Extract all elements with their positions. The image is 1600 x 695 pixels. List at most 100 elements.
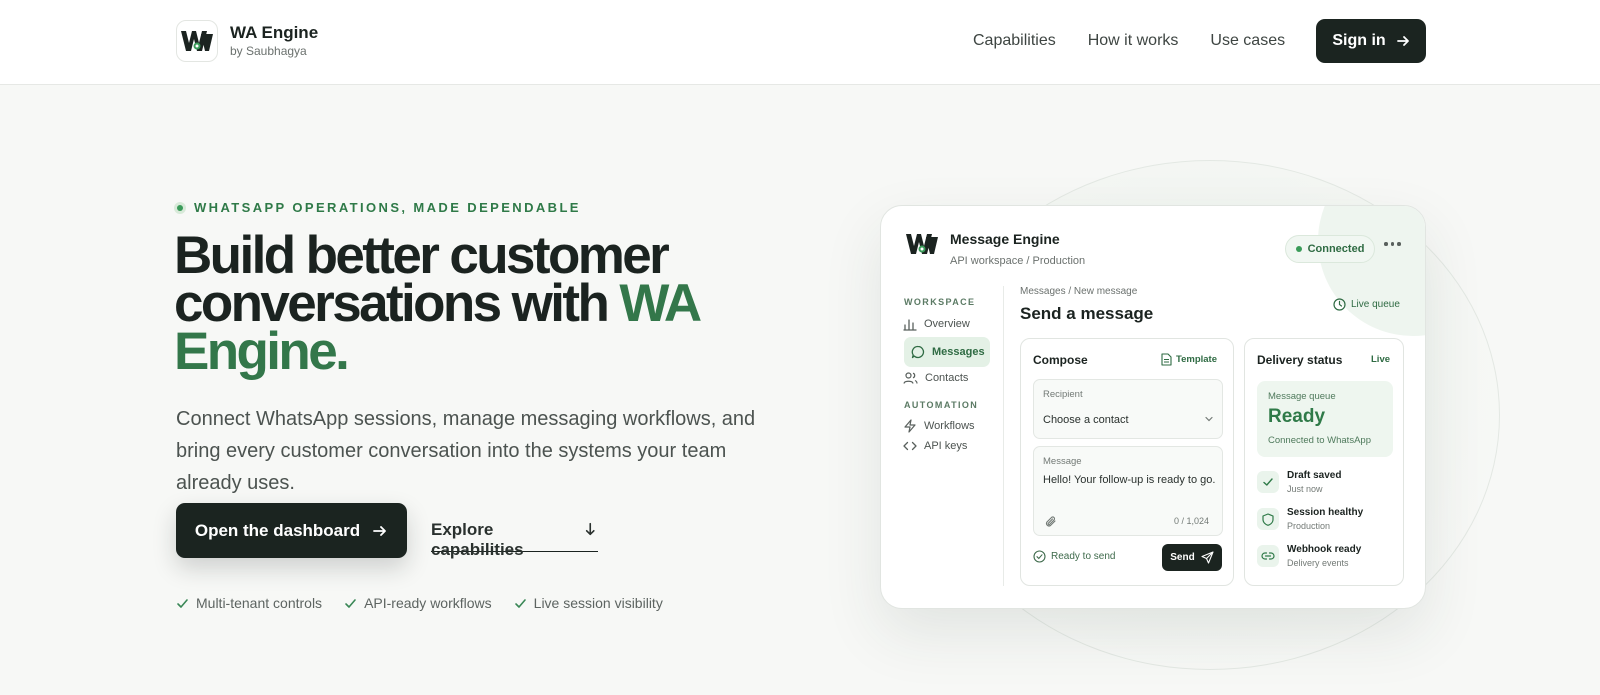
shield-icon xyxy=(1257,508,1279,530)
event-title: Session healthy xyxy=(1287,507,1364,518)
sign-in-button[interactable]: Sign in xyxy=(1316,19,1426,63)
sidebar-item-label: Messages xyxy=(932,346,985,358)
status-dot-icon xyxy=(1295,246,1302,252)
chat-bubble-icon xyxy=(911,345,925,359)
lightning-icon xyxy=(904,419,916,433)
nav-use-cases[interactable]: Use cases xyxy=(1210,32,1285,50)
arrow-right-icon xyxy=(373,525,387,536)
explore-label: Explore capabilities xyxy=(431,520,524,559)
event-item: Session healthy Production xyxy=(1257,506,1363,533)
brand-name: WA Engine xyxy=(230,23,319,42)
character-counter: 0 / 1,024 xyxy=(1174,516,1210,526)
event-subtitle: Delivery events xyxy=(1287,558,1349,568)
feature-list: Multi-tenant controls API-ready workflow… xyxy=(176,595,685,611)
message-textarea[interactable]: Message Hello! Your follow-up is ready t… xyxy=(1033,446,1223,536)
check-icon xyxy=(345,598,356,608)
open-dashboard-label: Open the dashboard xyxy=(194,520,361,540)
document-icon xyxy=(1161,353,1172,366)
compose-card: Compose Template Recipient Choose a cont… xyxy=(1020,338,1234,586)
sign-in-label: Sign in xyxy=(1332,32,1386,49)
event-title: Webhook ready xyxy=(1287,544,1362,555)
sidebar-divider xyxy=(1003,286,1004,586)
wa-logo-icon xyxy=(176,20,218,62)
brand-byline: by Saubhagya xyxy=(230,44,307,58)
app-preview-card: Message Engine API workspace / Productio… xyxy=(880,205,1426,609)
ready-status: Ready to send xyxy=(1033,550,1116,563)
send-label: Send xyxy=(1170,552,1195,563)
eyebrow-text: WHATSAPP OPERATIONS, MADE DEPENDABLE xyxy=(194,200,581,215)
more-options-icon[interactable] xyxy=(1384,242,1401,246)
main-nav: Capabilities How it works Use cases xyxy=(973,19,1317,63)
event-item: Webhook ready Delivery events xyxy=(1257,543,1361,570)
sidebar-item-api-keys[interactable]: API keys xyxy=(903,438,967,454)
hero-lead: Connect WhatsApp sessions, manage messag… xyxy=(176,408,756,494)
feature-label: Live session visibility xyxy=(533,595,663,611)
live-badge: Live xyxy=(1371,354,1391,365)
recipient-value: Choose a contact xyxy=(1043,414,1129,426)
paperclip-icon[interactable] xyxy=(1044,515,1057,528)
feature-item: Live session visibility xyxy=(514,595,663,611)
recipient-label: Recipient xyxy=(1043,389,1083,400)
delivery-status-card: Delivery status Live Message queue Ready… xyxy=(1244,338,1404,586)
app-title: Message Engine xyxy=(950,231,1060,247)
queue-status: Ready xyxy=(1268,406,1326,427)
check-icon xyxy=(177,598,188,608)
paper-plane-icon xyxy=(1201,551,1214,564)
nav-how-it-works[interactable]: How it works xyxy=(1088,32,1179,50)
link-icon xyxy=(1257,545,1279,567)
sidebar-section-workspace: WORKSPACE xyxy=(904,297,976,307)
sidebar-item-label: Workflows xyxy=(924,420,975,432)
template-button[interactable]: Template xyxy=(1161,353,1217,366)
queue-subtext: Connected to WhatsApp xyxy=(1268,435,1371,446)
sidebar-item-label: API keys xyxy=(924,440,968,452)
check-icon xyxy=(1257,471,1279,493)
ready-label: Ready to send xyxy=(1051,551,1116,562)
check-icon xyxy=(514,598,526,608)
app-subtitle: API workspace / Production xyxy=(950,255,1086,267)
recipient-select[interactable]: Recipient Choose a contact xyxy=(1033,379,1223,439)
message-label: Message xyxy=(1043,456,1082,467)
delivery-title: Delivery status xyxy=(1257,353,1343,367)
feature-label: Multi-tenant controls xyxy=(196,595,323,611)
bar-chart-icon xyxy=(903,319,917,331)
sidebar-item-workflows[interactable]: Workflows xyxy=(903,418,975,434)
template-label: Template xyxy=(1176,354,1218,365)
brand[interactable]: WA Engine by Saubhagya xyxy=(176,20,318,62)
open-dashboard-button[interactable]: Open the dashboard xyxy=(176,503,407,558)
arrow-down-icon xyxy=(585,522,595,536)
message-queue-panel: Message queue Ready Connected to WhatsAp… xyxy=(1257,381,1393,457)
compose-title: Compose xyxy=(1033,353,1088,367)
page-title: Send a message xyxy=(1020,304,1154,323)
sidebar-item-overview[interactable]: Overview xyxy=(903,316,970,332)
sidebar-item-messages[interactable]: Messages xyxy=(904,337,990,367)
feature-item: API-ready workflows xyxy=(344,595,492,611)
users-icon xyxy=(903,372,918,384)
event-subtitle: Just now xyxy=(1287,484,1323,494)
check-circle-icon xyxy=(1033,550,1046,563)
event-subtitle: Production xyxy=(1287,521,1331,531)
wa-logo-icon xyxy=(906,234,938,254)
event-item: Draft saved Just now xyxy=(1257,469,1341,496)
live-queue-indicator: Live queue xyxy=(1333,298,1400,311)
site-header: WA Engine by Saubhagya Capabilities How … xyxy=(0,0,1600,85)
arrow-right-icon xyxy=(1396,36,1409,46)
live-queue-label: Live queue xyxy=(1351,299,1400,310)
event-title: Draft saved xyxy=(1287,470,1342,481)
sidebar-item-label: Contacts xyxy=(925,372,969,384)
send-button[interactable]: Send xyxy=(1162,544,1222,571)
status-dot-icon xyxy=(174,201,186,214)
connection-status-badge: Connected xyxy=(1285,235,1375,263)
clock-icon xyxy=(1333,298,1346,311)
feature-item: Multi-tenant controls xyxy=(176,595,322,611)
connection-status-label: Connected xyxy=(1307,243,1365,255)
queue-label: Message queue xyxy=(1268,391,1336,402)
sidebar-section-automation: AUTOMATION xyxy=(904,400,979,410)
sidebar-item-contacts[interactable]: Contacts xyxy=(903,370,968,386)
feature-label: API-ready workflows xyxy=(364,595,492,611)
nav-capabilities[interactable]: Capabilities xyxy=(973,32,1056,50)
code-icon xyxy=(903,441,917,451)
message-value: Hello! Your follow-up is ready to go. xyxy=(1043,474,1216,486)
chevron-down-icon xyxy=(1205,416,1213,422)
decorative-blob xyxy=(1318,206,1425,336)
explore-capabilities-link[interactable]: Explore capabilities xyxy=(431,520,598,559)
